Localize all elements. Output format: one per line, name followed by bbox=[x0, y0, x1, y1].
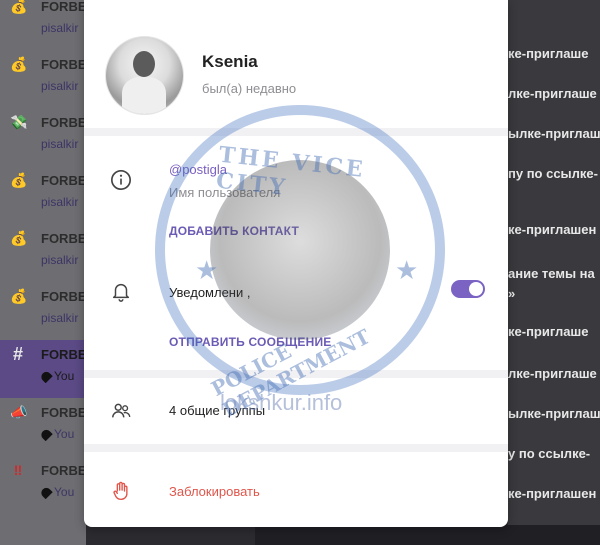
moneybag-icon: 💰 bbox=[10, 172, 28, 188]
chat-last-message: pisalkir bbox=[41, 195, 79, 209]
chat-title: FORBE bbox=[41, 0, 86, 14]
hand-stop-icon bbox=[113, 481, 128, 500]
message-snippet: ке-приглашен bbox=[508, 486, 597, 501]
divider bbox=[84, 370, 508, 378]
chat-last-message: pisalkir bbox=[41, 21, 79, 35]
chat-title: FORBE bbox=[41, 405, 86, 420]
chat-title: FORBE bbox=[41, 115, 86, 130]
message-snippet: ылке-приглаше bbox=[508, 406, 600, 421]
notifications-label: Уведомлени , bbox=[169, 285, 251, 300]
moneybag-icon: 💰 bbox=[10, 56, 28, 72]
chat-list-item[interactable]: 📣 FORBE You bbox=[0, 398, 86, 456]
chat-list-item[interactable]: 💰 FORBE pisalkir bbox=[0, 166, 86, 224]
divider bbox=[84, 444, 508, 452]
moneybag-icon: 💰 bbox=[10, 288, 28, 304]
message-snippet: у по ссылке- bbox=[508, 446, 591, 461]
bell-icon bbox=[112, 283, 130, 302]
chat-title: FORBE bbox=[41, 347, 86, 362]
message-snippet: ке-приглашен bbox=[508, 222, 597, 237]
chat-title: FORBE bbox=[41, 231, 86, 246]
black-heart-icon bbox=[41, 370, 53, 383]
moneybag-icon: 💰 bbox=[10, 230, 28, 246]
chat-last-message: pisalkir bbox=[41, 311, 79, 325]
chat-last-message: You bbox=[41, 369, 86, 383]
notifications-toggle[interactable] bbox=[451, 280, 485, 298]
double-exclamation-icon: ‼ bbox=[13, 462, 23, 478]
chat-last-message: pisalkir bbox=[41, 137, 79, 151]
username-label: Имя пользователя bbox=[169, 185, 281, 200]
toggle-knob bbox=[469, 282, 483, 296]
chat-title: FORBE bbox=[41, 289, 86, 304]
chat-list: 💰 FORBE pisalkir 💰 FORBE pisalkir 💸 FORBE pisalk… bbox=[0, 0, 86, 545]
message-snippet: лке-приглаше bbox=[508, 86, 597, 101]
chat-last-message-text: You bbox=[54, 485, 75, 499]
profile-modal: Ksenia был(а) недавно @postigla Имя поль… bbox=[84, 0, 508, 527]
chat-list-item[interactable]: 💰 FORBE pisalkir bbox=[0, 0, 86, 50]
chat-title: FORBE bbox=[41, 173, 86, 188]
chat-title: FORBE bbox=[41, 463, 86, 478]
chat-last-message-text: You bbox=[54, 427, 75, 441]
chat-last-message: pisalkir bbox=[41, 79, 79, 93]
message-snippet: лке-приглаше bbox=[508, 366, 597, 381]
watermark-site-text: lokshkur.info bbox=[220, 390, 343, 415]
profile-name: Ksenia bbox=[202, 52, 258, 71]
chat-list-item[interactable]: 💰 FORBE pisalkir bbox=[0, 224, 86, 282]
message-snippet: пу по ссылке- bbox=[508, 166, 598, 181]
profile-status: был(а) недавно bbox=[202, 81, 297, 96]
chat-list-item[interactable]: ‼ FORBE You bbox=[0, 456, 86, 514]
chat-list-item[interactable]: 💰 FORBE pisalkir bbox=[0, 50, 86, 108]
moneybag-icon: 💰 bbox=[10, 0, 28, 14]
info-icon bbox=[111, 170, 131, 190]
message-snippet: ке-приглаше bbox=[508, 46, 589, 61]
message-input-bar[interactable] bbox=[255, 525, 600, 545]
chat-last-message: pisalkir bbox=[41, 253, 79, 267]
chat-list-item[interactable]: # FORBE You bbox=[0, 340, 86, 398]
chat-last-message: You bbox=[41, 427, 86, 441]
chat-last-message-text: You bbox=[54, 369, 75, 383]
chat-last-message: You bbox=[41, 485, 86, 499]
avatar-head bbox=[133, 51, 155, 77]
megaphone-icon: 📣 bbox=[10, 404, 28, 420]
send-message-button[interactable]: ОТПРАВИТЬ СООБЩЕНИЕ bbox=[169, 335, 331, 349]
message-snippet: ание темы на bbox=[508, 266, 595, 281]
black-heart-icon bbox=[41, 486, 53, 499]
hashtag-icon: # bbox=[12, 344, 23, 364]
divider bbox=[84, 128, 508, 136]
users-icon bbox=[112, 403, 131, 418]
message-snippet: ке-приглаше bbox=[508, 324, 589, 339]
username-value[interactable]: @postigla bbox=[169, 162, 227, 177]
chat-title: FORBE bbox=[41, 57, 86, 72]
avatar[interactable] bbox=[105, 36, 184, 115]
chat-list-item[interactable]: 💸 FORBE pisalkir bbox=[0, 108, 86, 166]
chat-list-item[interactable]: 💰 FORBE pisalkir bbox=[0, 282, 86, 340]
message-snippet: » bbox=[508, 286, 516, 301]
message-snippet: ылке-приглаше bbox=[508, 126, 600, 141]
black-heart-icon bbox=[41, 428, 53, 441]
block-user-button[interactable]: Заблокировать bbox=[169, 484, 260, 499]
money-wings-icon: 💸 bbox=[10, 114, 28, 130]
avatar-body bbox=[122, 77, 166, 114]
add-contact-button[interactable]: ДОБАВИТЬ КОНТАКТ bbox=[169, 224, 299, 238]
